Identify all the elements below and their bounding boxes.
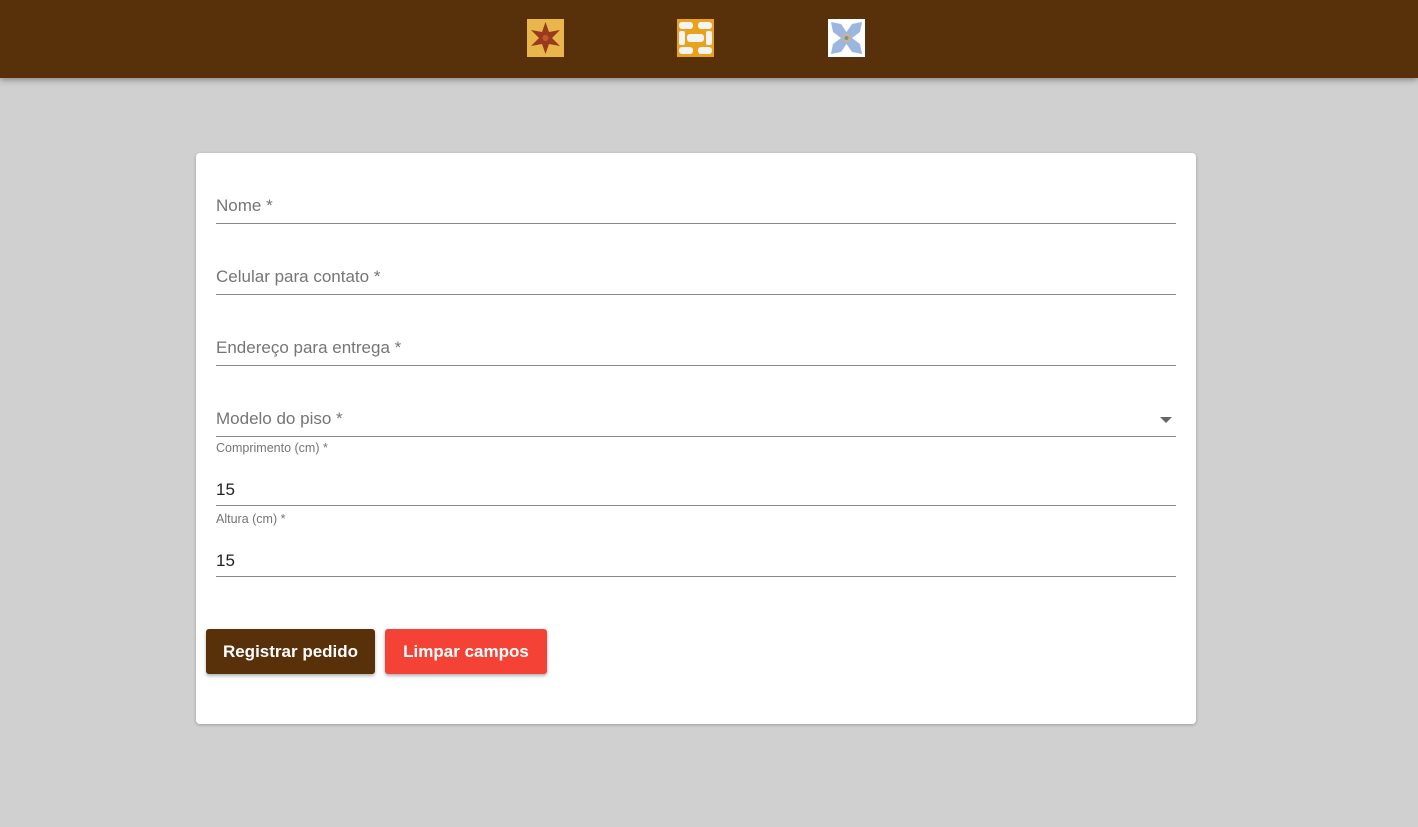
address-field[interactable]: Endereço para entrega * <box>216 295 1176 366</box>
length-field[interactable]: Comprimento (cm) * 15 <box>216 435 1176 506</box>
chevron-down-icon[interactable] <box>1160 417 1172 423</box>
name-field-placeholder: Nome * <box>216 196 273 215</box>
tile-interlock-pattern-icon[interactable] <box>677 19 714 57</box>
height-field-underline <box>216 576 1176 577</box>
register-order-button[interactable]: Registrar pedido <box>206 629 375 674</box>
phone-field[interactable]: Celular para contato * <box>216 224 1176 295</box>
order-form-card: Nome * Celular para contato * Endereço p… <box>196 153 1196 724</box>
phone-field-placeholder: Celular para contato * <box>216 267 381 286</box>
height-field-label: Altura (cm) * <box>216 512 286 526</box>
length-field-label: Comprimento (cm) * <box>216 441 328 455</box>
address-field-placeholder: Endereço para entrega * <box>216 338 402 357</box>
floor-model-select[interactable]: Modelo do piso * <box>216 366 1176 437</box>
tile-star-pattern-icon[interactable] <box>527 19 564 57</box>
tile-blue-ornament-pattern-icon[interactable] <box>828 19 865 57</box>
length-field-value[interactable]: 15 <box>216 480 235 500</box>
height-field[interactable]: Altura (cm) * 15 <box>216 506 1176 577</box>
floor-model-placeholder: Modelo do piso * <box>216 409 343 428</box>
name-field[interactable]: Nome * <box>216 153 1176 224</box>
top-navbar <box>0 0 1418 78</box>
height-field-value[interactable]: 15 <box>216 551 235 571</box>
clear-fields-button[interactable]: Limpar campos <box>385 629 547 674</box>
